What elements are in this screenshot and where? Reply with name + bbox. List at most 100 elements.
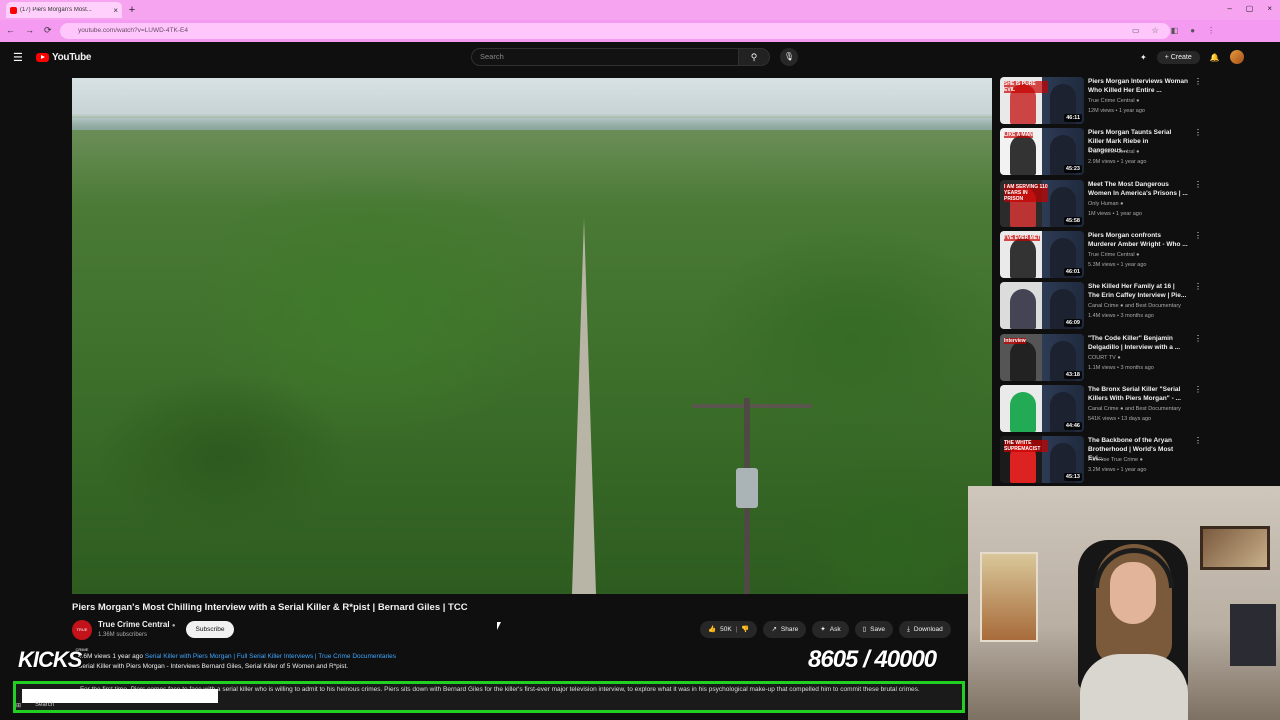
recommended-channel[interactable]: True Crime Central ● xyxy=(1088,149,1139,155)
recommended-video[interactable]: THE WHITE SUPREMACIST 45:13 The Backbone o… xyxy=(1000,436,1210,484)
more-options-icon[interactable]: ⋮ xyxy=(1194,128,1202,137)
video-thumbnail[interactable]: THE WHITE SUPREMACIST 45:13 xyxy=(1000,436,1084,484)
minimize-button[interactable]: – xyxy=(1227,4,1231,13)
thumbnail-person xyxy=(1010,289,1036,330)
bookmark-star-icon[interactable]: ☆ xyxy=(1152,26,1159,35)
video-thumbnail[interactable]: SHE IS PURE EVIL 46:11 xyxy=(1000,77,1084,124)
video-player[interactable] xyxy=(72,78,992,594)
recommended-channel[interactable]: Only Human ● xyxy=(1088,201,1123,207)
recommended-video[interactable]: I'VE EVER MET 46:01 Piers Morgan confronts… xyxy=(1000,230,1210,279)
download-button[interactable]: ⤓ Download xyxy=(898,621,951,638)
recommended-video[interactable]: LIKE A MAN 45:23 Piers Morgan Taunts Seria… xyxy=(1000,128,1210,176)
more-options-icon[interactable]: ⋮ xyxy=(1194,180,1202,189)
channel-avatar[interactable]: TRUE CRIME xyxy=(72,620,92,652)
recommended-channel[interactable]: True Crime Central ● xyxy=(1088,98,1139,104)
video-road xyxy=(572,218,596,594)
browser-tab[interactable]: (17) Piers Morgan's Most... × xyxy=(6,2,122,18)
like-button[interactable]: 👍 50K | 👎 xyxy=(700,621,758,638)
close-window-button[interactable]: × xyxy=(1267,4,1272,13)
description-meta[interactable]: 4.6M views 1 year ago Serial Killer with… xyxy=(78,653,396,660)
video-thumbnail[interactable]: I AM SERVING 110 YEARS IN PRISON 45:58 xyxy=(1000,179,1084,227)
recommended-title[interactable]: The Bronx Serial Killer "Serial Killers … xyxy=(1088,385,1188,403)
recommended-title[interactable]: She Killed Her Family at 16 | The Erin C… xyxy=(1088,282,1188,300)
reload-button[interactable]: ⟳ xyxy=(44,25,52,36)
more-options-icon[interactable]: ⋮ xyxy=(1194,334,1202,343)
thumbnail-caption: SHE IS PURE EVIL xyxy=(1004,81,1048,93)
views-and-date: 4.6M views 1 year ago xyxy=(78,653,144,660)
recommended-channel[interactable]: COURT TV ● xyxy=(1088,355,1121,361)
description-ticker: For the first time, Piers comes face to … xyxy=(13,681,965,713)
recommended-title[interactable]: Piers Morgan Interviews Woman Who Killed… xyxy=(1088,77,1188,95)
avatar[interactable] xyxy=(1229,50,1244,64)
video-thumbnail[interactable]: LIKE A MAN 45:23 xyxy=(1000,128,1084,176)
video-thumbnail[interactable]: 46:09 xyxy=(1000,282,1084,330)
taskbar-search[interactable]: Search xyxy=(35,702,54,709)
more-options-icon[interactable]: ⋮ xyxy=(1194,385,1202,394)
recommended-title[interactable]: Meet The Most Dangerous Women In America… xyxy=(1088,180,1188,198)
channel-name[interactable]: True Crime Central ● xyxy=(98,620,175,629)
more-options-icon[interactable]: ⋮ xyxy=(1194,77,1202,86)
recommended-channel-name: True Crime Central xyxy=(1088,251,1135,258)
video-thumbnail[interactable]: I'VE EVER MET 46:01 xyxy=(1000,230,1084,278)
video-thumbnail[interactable]: 44:46 xyxy=(1000,384,1084,432)
install-icon[interactable]: ▭ xyxy=(1132,26,1140,35)
recommended-title[interactable]: "The Code Killer" Benjamin Delgadillo | … xyxy=(1088,334,1188,352)
forward-button[interactable]: → xyxy=(25,25,34,36)
create-button[interactable]: + Create xyxy=(1156,50,1200,64)
menu-icon[interactable]: ☰ xyxy=(13,51,23,64)
verified-icon: ● xyxy=(1120,200,1124,207)
verified-icon: ● xyxy=(1139,457,1143,464)
tab-title: (17) Piers Morgan's Most... xyxy=(20,7,92,13)
extension-icons: ▭ ☆ ◧ ● ⋮ xyxy=(1132,26,1215,35)
recommended-video[interactable]: 46:09 She Killed Her Family at 16 | The E… xyxy=(1000,282,1210,330)
recommended-channel[interactable]: FilmRise True Crime ● xyxy=(1088,457,1143,463)
recommended-channel-name: True Crime Central xyxy=(1088,98,1135,104)
recommended-video[interactable]: I AM SERVING 110 YEARS IN PRISON 45:58 Mee… xyxy=(1000,179,1210,228)
video-duration: 43:18 xyxy=(1063,370,1082,379)
recommended-channel[interactable]: Canal Crime ● and Best Documentary xyxy=(1088,303,1181,309)
bell-icon[interactable]: 🔔 xyxy=(1210,53,1220,62)
recommended-video[interactable]: SHE IS PURE EVIL 46:11 Piers Morgan Interv… xyxy=(1000,77,1210,125)
back-button[interactable]: ← xyxy=(6,25,15,36)
mic-icon[interactable]: 🎙 xyxy=(780,48,798,66)
verified-icon: ● xyxy=(171,623,176,629)
recommended-channel-name: COURT TV xyxy=(1088,354,1116,361)
save-label: Save xyxy=(870,626,885,633)
recommended-title[interactable]: Piers Morgan confronts Murderer Amber Wr… xyxy=(1088,231,1188,249)
close-tab-icon[interactable]: × xyxy=(113,6,118,15)
profile-icon[interactable]: ● xyxy=(1190,26,1195,35)
streamer-shirt xyxy=(1080,654,1188,720)
url-field[interactable]: youtube.com/watch?v=LUWD-4TK-E4 xyxy=(60,23,1170,39)
verified-icon: ● xyxy=(1117,354,1121,361)
recommended-video[interactable]: Interview 43:18 "The Code Killer" Benjamin… xyxy=(1000,333,1210,382)
maximize-button[interactable]: ▢ xyxy=(1246,4,1254,13)
youtube-logo[interactable]: YouTube xyxy=(36,52,92,63)
new-tab-button[interactable]: + xyxy=(126,4,138,16)
thumbnail-person xyxy=(1010,237,1036,278)
dislike-icon[interactable]: 👎 xyxy=(741,621,749,638)
recommended-channel-name: True Crime Central xyxy=(1088,149,1135,156)
recommended-video[interactable]: 44:46 The Bronx Serial Killer "Serial Kil… xyxy=(1000,384,1210,433)
extensions-icon[interactable]: ◧ xyxy=(1171,26,1179,35)
hashtags[interactable]: Serial Killer with Piers Morgan | Full S… xyxy=(145,653,396,660)
thumbnail-caption: I'VE EVER MET xyxy=(1004,234,1041,241)
ask-button[interactable]: ✦ Ask xyxy=(812,621,849,638)
search-icon[interactable]: ⚲ xyxy=(738,48,770,66)
video-duration: 46:01 xyxy=(1063,267,1082,276)
recommended-channel[interactable]: True Crime Central ● xyxy=(1088,252,1139,258)
thumbnail-caption: THE WHITE SUPREMACIST xyxy=(1004,440,1048,453)
windows-start-icon[interactable]: ⊞ xyxy=(16,702,21,709)
cast-icon[interactable]: ✦ xyxy=(1140,53,1147,62)
share-button[interactable]: ↗ Share xyxy=(763,621,807,638)
video-thumbnail[interactable]: Interview 43:18 xyxy=(1000,333,1084,381)
more-options-icon[interactable]: ⋮ xyxy=(1194,282,1202,291)
search-input[interactable]: Search xyxy=(471,48,739,66)
save-button[interactable]: ▯ Save xyxy=(854,621,893,638)
subscribe-button[interactable]: Subscribe xyxy=(186,621,234,638)
browser-menu-icon[interactable]: ⋮ xyxy=(1207,26,1215,35)
browser-tab-bar xyxy=(0,0,1280,20)
wall-poster-dark xyxy=(1230,604,1276,666)
more-options-icon[interactable]: ⋮ xyxy=(1194,436,1202,445)
more-options-icon[interactable]: ⋮ xyxy=(1194,231,1202,240)
recommended-channel[interactable]: Canal Crime ● and Best Documentary xyxy=(1088,406,1181,412)
